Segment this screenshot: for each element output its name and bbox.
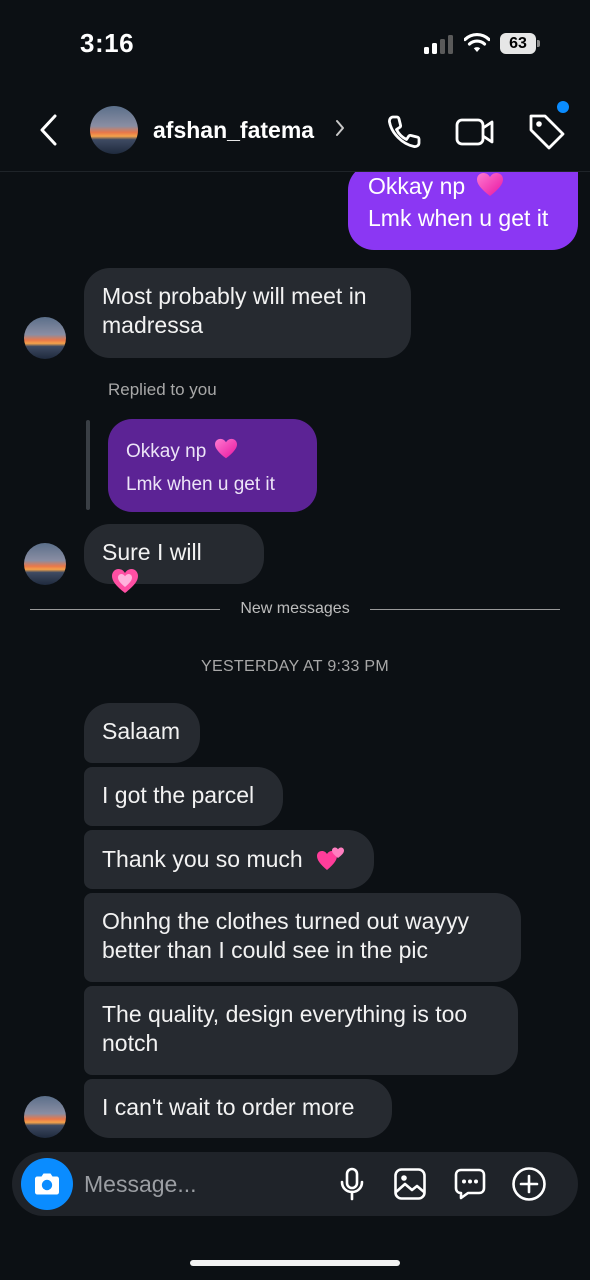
battery-level: 63 [500,33,536,54]
two-hearts-emoji-icon [317,847,345,870]
message-composer [12,1152,578,1216]
message-text: Sure I will [102,539,202,565]
reply-indicator-bar [86,420,90,510]
gallery-button[interactable] [392,1166,428,1202]
message-text: Ohnhg the clothes turned out wayyy bette… [102,908,469,963]
sticker-button[interactable] [452,1166,488,1202]
profile-avatar[interactable] [90,106,138,154]
chat-bubble-icon [454,1168,486,1200]
home-indicator [190,1260,400,1266]
replied-label: Replied to you [108,380,217,399]
battery-cap [537,40,540,47]
quoted-reply-message[interactable]: Okkay np Lmk when u get it [108,419,317,512]
pink-heart-emoji-icon [214,438,237,459]
notification-dot [557,101,569,113]
received-message[interactable]: Most probably will meet in madressa [84,268,411,358]
chevron-left-icon [40,114,57,146]
message-timestamp: YESTERDAY AT 9:33 PM [201,658,389,675]
chevron-right-icon [334,118,346,143]
sender-avatar[interactable] [24,317,66,359]
plus-circle-icon [512,1167,546,1201]
image-icon [394,1168,426,1200]
sent-message-text: Okkay np [368,173,466,199]
cellular-signal-icon [424,34,454,54]
message-text: I got the parcel [102,782,255,808]
received-message[interactable]: I got the parcel [84,767,283,826]
battery-indicator: 63 [500,33,540,54]
received-message[interactable]: Ohnhg the clothes turned out wayyy bette… [84,893,521,982]
separator-line-left [30,609,220,610]
received-message[interactable]: I can't wait to order more [84,1079,392,1138]
contact-username[interactable]: afshan_fatema [153,117,314,144]
message-text: I can't wait to order more [102,1094,355,1120]
video-call-button[interactable] [454,112,496,152]
message-thread: Okkay np Lmk when u get it Most probably… [0,172,590,1150]
received-message[interactable]: Salaam [84,703,200,763]
sent-message-line: Okkay np [368,172,558,201]
message-text: Thank you so much [102,846,303,872]
quoted-message-line: Okkay np [126,435,299,468]
new-messages-label: New messages [240,600,350,617]
microphone-icon [340,1167,364,1201]
sent-message[interactable]: Okkay np Lmk when u get it [348,172,578,250]
pink-heart-emoji-icon [476,173,503,196]
quoted-message-text: Lmk when u get it [126,474,275,495]
audio-call-button[interactable] [384,112,424,152]
chat-header: afshan_fatema [0,88,590,172]
video-camera-icon [455,118,494,146]
separator-line-right [370,609,560,610]
received-message[interactable]: Sure I will [84,524,264,593]
tag-icon [529,114,565,150]
back-button[interactable] [30,110,66,150]
voice-message-button[interactable] [334,1166,370,1202]
message-text: Salaam [102,718,180,744]
tag-button[interactable] [526,110,568,152]
camera-icon [35,1173,59,1195]
message-text: Most probably will meet in madressa [102,283,367,338]
wifi-icon [463,32,491,59]
phone-icon [388,115,421,148]
camera-button[interactable] [21,1158,73,1210]
message-input[interactable] [84,1166,324,1202]
add-button[interactable] [511,1166,547,1202]
quoted-message-text: Okkay np [126,441,207,462]
sent-message-text: Lmk when u get it [368,205,549,231]
sender-avatar[interactable] [24,1096,66,1138]
sender-avatar[interactable] [24,543,66,585]
message-text: The quality, design everything is too no… [102,1001,468,1056]
sparkling-heart-emoji-icon [112,569,138,593]
received-message[interactable]: The quality, design everything is too no… [84,986,518,1075]
received-message[interactable]: Thank you so much [84,830,374,889]
status-time: 3:16 [80,28,135,58]
status-bar: 3:16 63 [0,0,590,88]
